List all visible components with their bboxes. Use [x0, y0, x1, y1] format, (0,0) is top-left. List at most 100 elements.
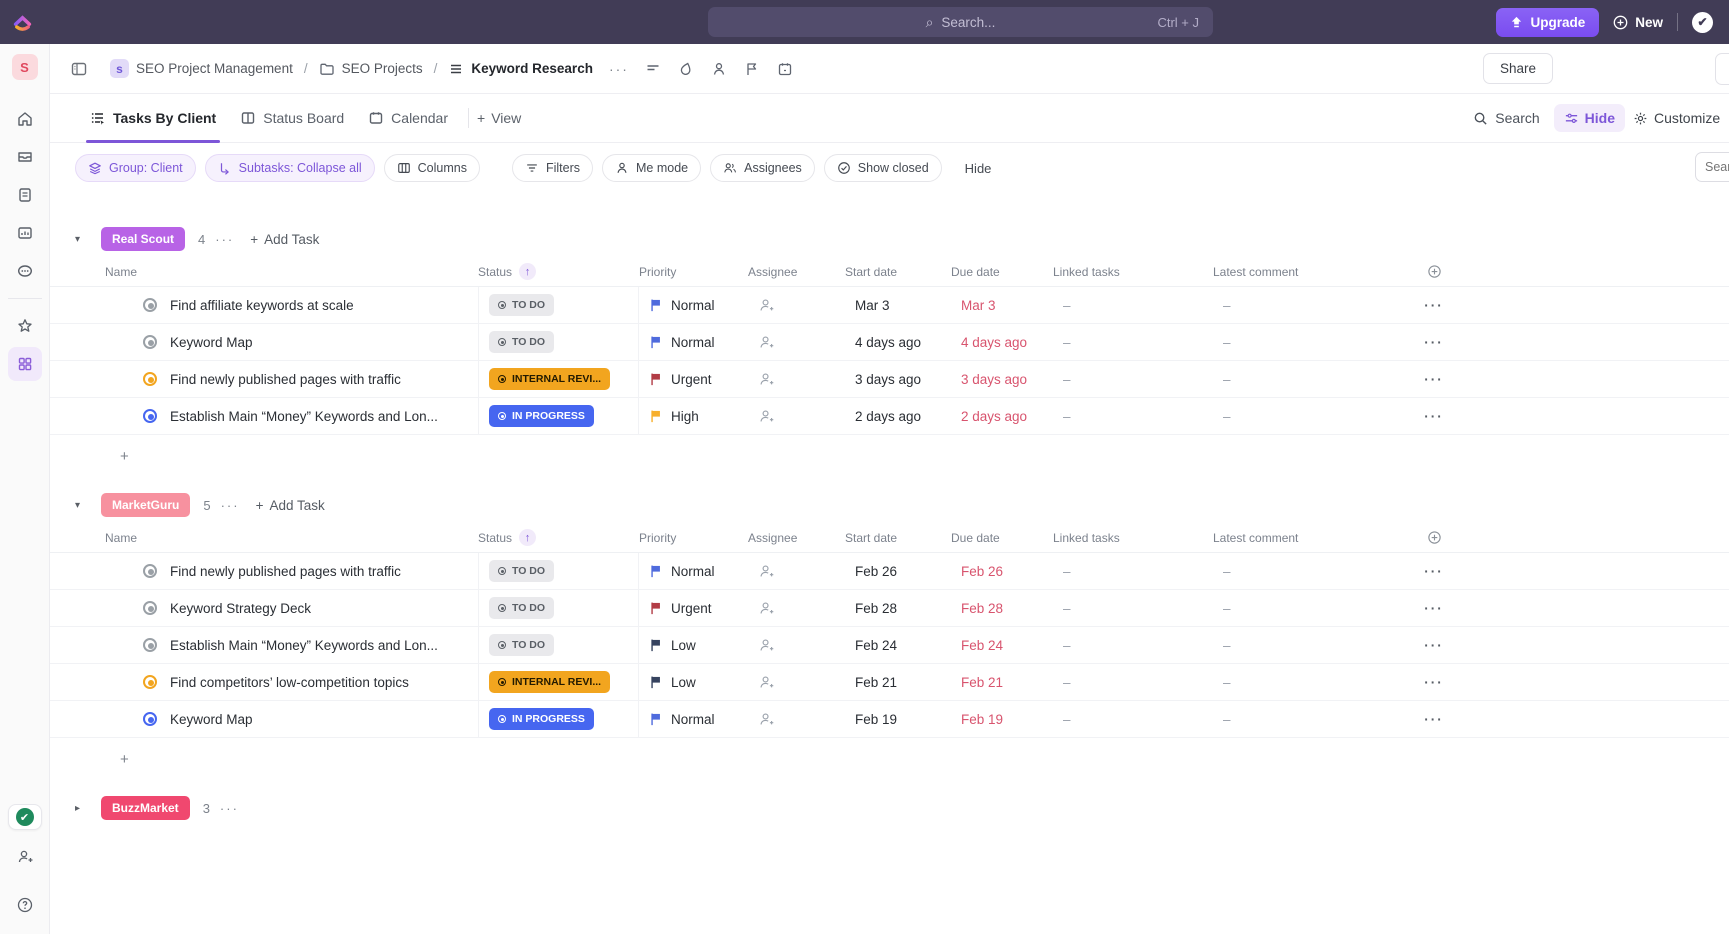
- column-header-priority[interactable]: Priority: [639, 531, 748, 545]
- task-due-date[interactable]: Feb 21: [951, 675, 1053, 690]
- task-status-ring-icon[interactable]: [143, 409, 157, 423]
- task-row[interactable]: Keyword Map TO DO Normal 4 days ago 4 da…: [50, 324, 1729, 361]
- group-collapse-toggle[interactable]: ▸: [75, 803, 91, 814]
- clickup-logo-icon[interactable]: [12, 11, 33, 32]
- task-status-ring-icon[interactable]: [143, 638, 157, 652]
- task-status-ring-icon[interactable]: [143, 675, 157, 689]
- task-comment[interactable]: –: [1213, 564, 1412, 579]
- task-due-date[interactable]: 4 days ago: [951, 335, 1053, 350]
- task-start-date[interactable]: Feb 19: [845, 712, 951, 727]
- column-header-start-date[interactable]: Start date: [845, 531, 951, 545]
- sidebar-item-dashboards[interactable]: [8, 216, 42, 250]
- task-name[interactable]: Keyword Strategy Deck: [170, 601, 311, 616]
- task-name[interactable]: Find newly published pages with traffic: [170, 372, 401, 387]
- description-icon[interactable]: [645, 61, 661, 77]
- task-comment[interactable]: –: [1213, 601, 1412, 616]
- upgrade-button[interactable]: Upgrade: [1496, 8, 1599, 37]
- column-header-linked-tasks[interactable]: Linked tasks: [1053, 531, 1213, 545]
- task-row[interactable]: Find affiliate keywords at scale TO DO N…: [50, 287, 1729, 324]
- priority-cell[interactable]: Normal: [639, 712, 748, 727]
- task-linked[interactable]: –: [1053, 601, 1213, 616]
- assignee-icon[interactable]: [711, 61, 727, 77]
- priority-cell[interactable]: Normal: [639, 564, 748, 579]
- task-comment[interactable]: –: [1213, 638, 1412, 653]
- assignee-cell[interactable]: [748, 371, 845, 388]
- task-name[interactable]: Find affiliate keywords at scale: [170, 298, 354, 313]
- status-pill[interactable]: TO DO: [489, 560, 554, 582]
- column-header-status[interactable]: Status↑: [478, 529, 639, 546]
- sidebar-item-inbox[interactable]: [8, 140, 42, 174]
- task-row[interactable]: Find newly published pages with traffic …: [50, 361, 1729, 398]
- task-linked[interactable]: –: [1053, 638, 1213, 653]
- add-view-button[interactable]: + View: [477, 110, 521, 126]
- breadcrumb-folder[interactable]: SEO Projects: [319, 61, 423, 77]
- task-row-menu[interactable]: ···: [1412, 335, 1456, 350]
- task-status-ring-icon[interactable]: [143, 372, 157, 386]
- sidebar-item-docs[interactable]: [8, 178, 42, 212]
- task-start-date[interactable]: Feb 24: [845, 638, 951, 653]
- column-header-due-date[interactable]: Due date: [951, 531, 1053, 545]
- assignee-cell[interactable]: [748, 600, 845, 617]
- priority-cell[interactable]: High: [639, 409, 748, 424]
- task-name[interactable]: Find newly published pages with traffic: [170, 564, 401, 579]
- task-start-date[interactable]: Feb 21: [845, 675, 951, 690]
- global-search-input[interactable]: ⌕ Search... Ctrl + J: [708, 7, 1213, 37]
- column-header-latest-comment[interactable]: Latest comment: [1213, 265, 1412, 279]
- view-search-button[interactable]: Search: [1473, 110, 1539, 126]
- breadcrumb-workspace[interactable]: s SEO Project Management: [110, 59, 293, 78]
- status-pill[interactable]: TO DO: [489, 597, 554, 619]
- sidebar-item-favorites[interactable]: [8, 309, 42, 343]
- task-row[interactable]: Keyword Map IN PROGRESS Normal Feb 19 Fe…: [50, 701, 1729, 738]
- subtasks-button[interactable]: Subtasks: Collapse all: [205, 154, 375, 182]
- flag-icon[interactable]: [744, 61, 760, 77]
- task-status-ring-icon[interactable]: [143, 298, 157, 312]
- column-header-name[interactable]: Name: [105, 531, 478, 545]
- task-row[interactable]: Establish Main “Money” Keywords and Lon.…: [50, 398, 1729, 435]
- task-comment[interactable]: –: [1213, 712, 1412, 727]
- task-start-date[interactable]: 2 days ago: [845, 409, 951, 424]
- group-badge[interactable]: MarketGuru: [101, 493, 190, 517]
- toolbar-hide-button[interactable]: Hide: [965, 161, 992, 176]
- group-menu[interactable]: ···: [215, 232, 234, 247]
- task-comment[interactable]: –: [1213, 409, 1412, 424]
- task-linked[interactable]: –: [1053, 409, 1213, 424]
- task-status-ring-icon[interactable]: [143, 335, 157, 349]
- task-row-menu[interactable]: ···: [1412, 712, 1456, 727]
- priority-cell[interactable]: Low: [639, 675, 748, 690]
- status-pill[interactable]: INTERNAL REVI...: [489, 671, 610, 693]
- me-mode-button[interactable]: Me mode: [602, 154, 701, 182]
- invite-users-button[interactable]: [8, 840, 42, 874]
- assignee-cell[interactable]: [748, 563, 845, 580]
- status-pill[interactable]: IN PROGRESS: [489, 405, 594, 427]
- status-pill[interactable]: IN PROGRESS: [489, 708, 594, 730]
- assignee-cell[interactable]: [748, 674, 845, 691]
- task-linked[interactable]: –: [1053, 675, 1213, 690]
- task-due-date[interactable]: Feb 28: [951, 601, 1053, 616]
- status-pill[interactable]: TO DO: [489, 634, 554, 656]
- hide-button[interactable]: Hide: [1554, 104, 1625, 132]
- group-add-task-inline[interactable]: +Add Task: [256, 498, 325, 513]
- tab-status-board[interactable]: Status Board: [228, 94, 356, 142]
- add-column-button[interactable]: [1412, 530, 1456, 545]
- task-row[interactable]: Establish Main “Money” Keywords and Lon.…: [50, 627, 1729, 664]
- assignee-cell[interactable]: [748, 408, 845, 425]
- breadcrumb-list[interactable]: Keyword Research: [448, 61, 593, 77]
- column-header-linked-tasks[interactable]: Linked tasks: [1053, 265, 1213, 279]
- task-linked[interactable]: –: [1053, 298, 1213, 313]
- task-start-date[interactable]: Feb 28: [845, 601, 951, 616]
- group-menu[interactable]: ···: [220, 801, 239, 816]
- priority-cell[interactable]: Low: [639, 638, 748, 653]
- group-add-task-inline[interactable]: +Add Task: [250, 232, 319, 247]
- task-comment[interactable]: –: [1213, 335, 1412, 350]
- task-status-ring-icon[interactable]: [143, 564, 157, 578]
- assignee-cell[interactable]: [748, 334, 845, 351]
- task-row-menu[interactable]: ···: [1412, 638, 1456, 653]
- status-pill[interactable]: INTERNAL REVI...: [489, 368, 610, 390]
- sort-ascending-icon[interactable]: ↑: [519, 263, 536, 280]
- toggle-sidebar-icon[interactable]: [70, 60, 88, 78]
- workspace-avatar[interactable]: S: [12, 54, 38, 80]
- status-pill[interactable]: TO DO: [489, 331, 554, 353]
- column-header-due-date[interactable]: Due date: [951, 265, 1053, 279]
- group-badge[interactable]: Real Scout: [101, 227, 185, 251]
- task-due-date[interactable]: Mar 3: [951, 298, 1053, 313]
